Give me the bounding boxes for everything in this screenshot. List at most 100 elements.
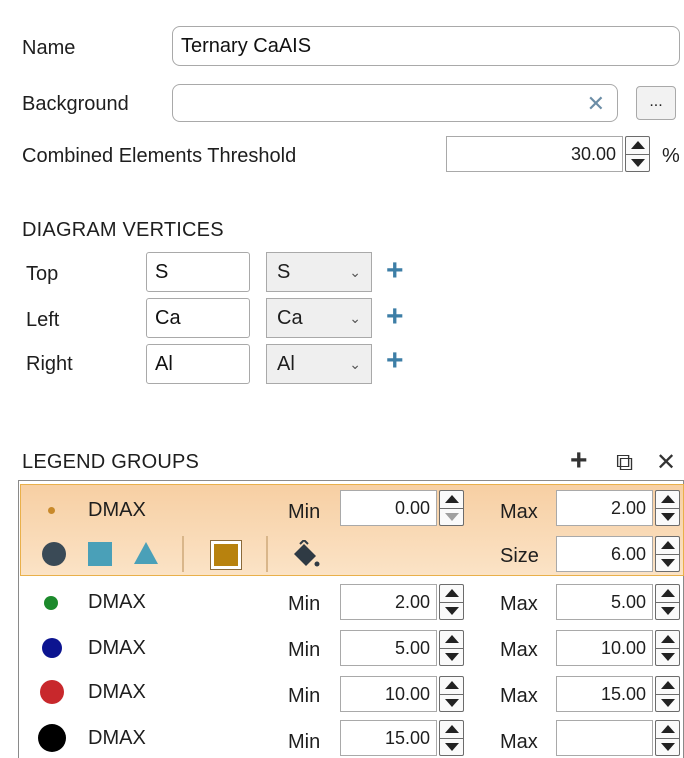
chevron-up-icon[interactable]: [440, 585, 463, 602]
chevron-down-icon: ⌄: [349, 310, 361, 326]
circle-shape-icon[interactable]: [42, 542, 66, 566]
min-spinner[interactable]: [439, 584, 464, 620]
chevron-down-icon[interactable]: [656, 737, 679, 756]
min-stepper[interactable]: 2.00: [340, 584, 464, 620]
threshold-spinner[interactable]: [625, 136, 650, 172]
fill-bucket-icon[interactable]: [290, 540, 320, 570]
legend-section-title: LEGEND GROUPS: [22, 451, 200, 473]
min-spinner[interactable]: [439, 490, 464, 526]
chevron-down-icon[interactable]: [656, 693, 679, 712]
delete-icon[interactable]: ✕: [656, 450, 676, 476]
chevron-down-icon[interactable]: [656, 553, 679, 572]
add-vertex-top-icon[interactable]: +: [386, 256, 404, 286]
min-spinner[interactable]: [439, 720, 464, 756]
max-stepper[interactable]: 2.00: [556, 490, 680, 526]
max-stepper[interactable]: 15.00: [556, 676, 680, 712]
vertex-label-right: Right: [26, 353, 73, 375]
max-spinner[interactable]: [655, 676, 680, 712]
copy-icon[interactable]: ⧉: [616, 450, 633, 476]
chevron-down-icon[interactable]: [656, 647, 679, 666]
chevron-down-icon: ⌄: [349, 356, 361, 372]
vertex-input-right[interactable]: [146, 344, 250, 384]
name-label: Name: [22, 37, 76, 59]
legend-marker-icon: [42, 638, 62, 658]
threshold-value[interactable]: 30.00: [446, 136, 623, 172]
chevron-down-icon[interactable]: [656, 507, 679, 526]
legend-name: DMAX: [88, 681, 146, 703]
chevron-up-icon[interactable]: [656, 631, 679, 648]
add-vertex-left-icon[interactable]: +: [386, 302, 404, 332]
min-stepper[interactable]: 15.00: [340, 720, 464, 756]
add-icon[interactable]: +: [570, 446, 588, 476]
vertex-input-top[interactable]: [146, 252, 250, 292]
max-value[interactable]: 5.00: [556, 584, 653, 620]
min-label: Min: [288, 501, 321, 523]
size-stepper[interactable]: 6.00: [556, 536, 680, 572]
min-stepper[interactable]: 5.00: [340, 630, 464, 666]
chevron-up-icon[interactable]: [656, 721, 679, 738]
max-spinner[interactable]: [655, 630, 680, 666]
legend-name: DMAX: [88, 591, 146, 613]
max-value[interactable]: 2.00: [556, 490, 653, 526]
max-stepper[interactable]: [556, 720, 680, 756]
browse-button[interactable]: ...: [636, 86, 676, 120]
chevron-down-icon[interactable]: [656, 601, 679, 620]
min-label: Min: [288, 593, 321, 615]
max-stepper[interactable]: 10.00: [556, 630, 680, 666]
name-input[interactable]: [172, 26, 680, 66]
chevron-down-icon[interactable]: [440, 601, 463, 620]
chevron-down-icon[interactable]: [440, 507, 463, 526]
max-spinner[interactable]: [655, 720, 680, 756]
square-shape-icon[interactable]: [88, 542, 112, 566]
vertex-select-top[interactable]: S ⌄: [266, 252, 372, 292]
chevron-up-icon[interactable]: [656, 585, 679, 602]
max-stepper[interactable]: 5.00: [556, 584, 680, 620]
vertex-input-left[interactable]: [146, 298, 250, 338]
min-stepper[interactable]: 10.00: [340, 676, 464, 712]
min-label: Min: [288, 639, 321, 661]
chevron-down-icon[interactable]: [440, 737, 463, 756]
vertex-select-top-value: S: [277, 261, 291, 283]
toolbar-divider: [266, 536, 268, 572]
chevron-up-icon[interactable]: [440, 631, 463, 648]
triangle-shape-icon[interactable]: [134, 542, 158, 564]
min-stepper[interactable]: 0.00: [340, 490, 464, 526]
chevron-down-icon[interactable]: [440, 647, 463, 666]
max-label: Max: [500, 731, 538, 753]
chevron-up-icon[interactable]: [440, 721, 463, 738]
min-value[interactable]: 15.00: [340, 720, 437, 756]
add-vertex-right-icon[interactable]: +: [386, 346, 404, 376]
clear-icon[interactable]: ✕: [587, 91, 605, 117]
color-swatch-button[interactable]: [210, 540, 242, 570]
chevron-up-icon[interactable]: [656, 491, 679, 508]
chevron-down-icon[interactable]: [626, 153, 649, 172]
min-value[interactable]: 10.00: [340, 676, 437, 712]
max-spinner[interactable]: [655, 490, 680, 526]
chevron-up-icon[interactable]: [440, 491, 463, 508]
chevron-up-icon[interactable]: [626, 137, 649, 154]
threshold-label: Combined Elements Threshold: [22, 145, 297, 167]
chevron-up-icon[interactable]: [656, 537, 679, 554]
min-value[interactable]: 0.00: [340, 490, 437, 526]
size-spinner[interactable]: [655, 536, 680, 572]
vertex-select-left[interactable]: Ca ⌄: [266, 298, 372, 338]
legend-name: DMAX: [88, 727, 146, 749]
threshold-stepper[interactable]: 30.00: [446, 136, 650, 172]
max-spinner[interactable]: [655, 584, 680, 620]
min-spinner[interactable]: [439, 676, 464, 712]
max-value[interactable]: 15.00: [556, 676, 653, 712]
background-input[interactable]: ✕: [172, 84, 618, 122]
chevron-down-icon[interactable]: [440, 693, 463, 712]
vertex-select-left-value: Ca: [277, 307, 303, 329]
min-value[interactable]: 2.00: [340, 584, 437, 620]
chevron-up-icon[interactable]: [440, 677, 463, 694]
size-value[interactable]: 6.00: [556, 536, 653, 572]
chevron-up-icon[interactable]: [656, 677, 679, 694]
min-value[interactable]: 5.00: [340, 630, 437, 666]
max-label: Max: [500, 501, 538, 523]
max-value[interactable]: [556, 720, 653, 756]
vertex-select-right[interactable]: Al ⌄: [266, 344, 372, 384]
max-value[interactable]: 10.00: [556, 630, 653, 666]
min-spinner[interactable]: [439, 630, 464, 666]
vertex-label-left: Left: [26, 309, 60, 331]
